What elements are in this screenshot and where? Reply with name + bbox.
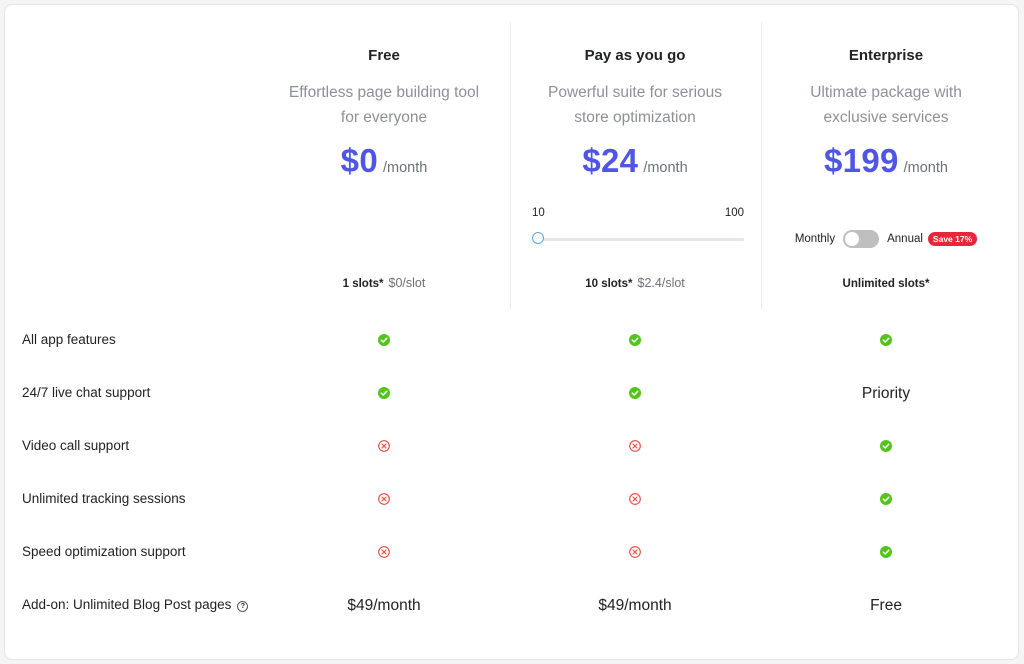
billing-toggle-group: Monthly Annual Save 17% [761,230,1011,248]
check-icon [259,383,509,403]
price-row: $24 /month [510,142,760,180]
cross-icon [510,489,760,509]
feature-value: Priority [861,385,911,402]
price-period: /month [903,160,948,176]
slots-info: Unlimited slots* [761,276,1011,290]
plan-free: Free Effortless page building tool for e… [259,24,509,314]
check-icon [259,330,509,350]
plan-title: Free [368,47,400,64]
slots-info: 1 slots* $0/slot [259,276,509,290]
slots-slider-track[interactable] [536,238,744,241]
slots-info: 10 slots* $2.4/slot [510,276,760,290]
price-period: /month [643,160,688,176]
plan-price: $24 [582,142,639,179]
price-row: $199 /month [761,142,1011,180]
feature-label: 24/7 live chat support [22,383,150,403]
plan-title: Pay as you go [584,47,686,64]
plan-description: Ultimate package with exclusive services [810,84,962,126]
slider-min-label: 10 [532,207,545,219]
check-icon [761,489,1011,509]
feature-label-text: Unlimited tracking sessions [22,491,186,506]
check-icon [510,330,760,350]
feature-value: $49/month [347,597,421,614]
slots-count: Unlimited slots* [842,278,930,290]
check-icon [761,542,1011,562]
slot-rate: $2.4/slot [637,276,685,290]
cross-icon [510,542,760,562]
monthly-label[interactable]: Monthly [795,233,835,245]
feature-label-text: Speed optimization support [22,544,186,559]
slots-slider-handle[interactable] [532,232,544,244]
cross-icon [259,542,509,562]
plan-description: Effortless page building tool for everyo… [288,84,480,126]
plan-price: $0 [340,142,378,179]
check-icon [510,383,760,403]
plan-description: Powerful suite for serious store optimiz… [547,84,723,126]
feature-label-text: Add-on: Unlimited Blog Post pages [22,597,232,612]
feature-label: All app features [22,330,116,350]
cross-icon [259,436,509,456]
cross-icon [259,489,509,509]
annual-label[interactable]: Annual [887,233,923,245]
feature-label-text: Video call support [22,438,130,453]
feature-label: Video call support [22,436,129,456]
slots-count: 10 slots* [585,278,633,290]
feature-label: Add-on: Unlimited Blog Post pages? [22,595,249,615]
toggle-knob [845,232,860,246]
plan-enterprise: Enterprise Ultimate package with exclusi… [761,24,1011,314]
plan-pay-as-you-go: Pay as you go Powerful suite for serious… [510,24,760,314]
feature-label: Unlimited tracking sessions [22,489,186,509]
slider-max-label: 100 [724,207,744,219]
billing-toggle[interactable] [843,230,880,248]
feature-label: Speed optimization support [22,542,186,562]
save-badge: Save 17% [927,232,978,246]
question-circle-icon[interactable]: ? [237,601,249,612]
feature-value: Free [870,597,902,614]
price-period: /month [382,160,428,176]
plan-title: Enterprise [848,47,924,64]
price-row: $0 /month [259,142,509,180]
check-icon [761,436,1011,456]
check-icon [761,330,1011,350]
slots-count: 1 slots* [342,278,384,290]
feature-label-text: 24/7 live chat support [22,385,151,400]
feature-label-text: All app features [22,332,116,347]
plan-price: $199 [824,142,899,179]
slot-rate: $0/slot [388,276,426,290]
feature-value: $49/month [598,597,672,614]
cross-icon [510,436,760,456]
